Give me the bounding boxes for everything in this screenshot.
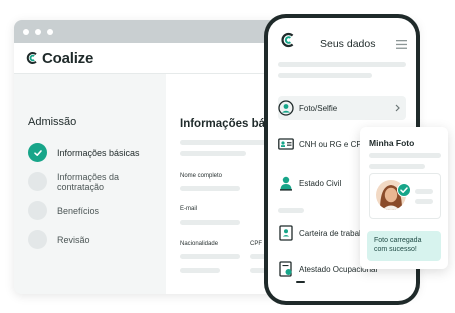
placeholder-line (278, 208, 304, 213)
sidebar-title: Admissão (28, 116, 77, 128)
phone-item-foto-selfie[interactable]: Foto/Selfie (278, 96, 406, 120)
placeholder-line (278, 73, 372, 78)
phone-item-label: Estado Civil (299, 178, 342, 188)
chevron-right-icon (395, 104, 400, 112)
phone-header: Seus dados (268, 18, 416, 58)
check-circle-icon (397, 183, 411, 197)
pending-circle-icon (28, 201, 47, 220)
step-revisao[interactable]: Revisão (28, 225, 164, 254)
placeholder-line (180, 140, 266, 145)
placeholder-line (415, 189, 433, 194)
photo-card: Minha Foto Foto carregada com sucesso! (360, 127, 448, 269)
step-label: Informações da contratação (57, 171, 120, 192)
email-input[interactable] (180, 220, 240, 225)
placeholder-line (415, 199, 433, 204)
step-label: Revisão (57, 234, 90, 245)
placeholder-line (369, 164, 425, 169)
placeholder-line (180, 151, 246, 156)
pending-circle-icon (28, 230, 47, 249)
admission-sidebar: Admissão Informações básicas Informações… (14, 74, 164, 294)
work-card-icon (279, 225, 293, 241)
full-name-input[interactable] (180, 186, 240, 191)
id-card-icon (278, 138, 294, 150)
photo-preview[interactable] (369, 173, 441, 219)
user-circle-icon (278, 100, 294, 116)
placeholder-line (278, 62, 406, 67)
step-informacoes-contratacao[interactable]: Informações da contratação (28, 167, 164, 196)
cpf-label: CPF (250, 241, 262, 247)
nationality-label: Nacionalidade (180, 241, 219, 247)
full-name-label: Nome completo (180, 173, 223, 179)
step-beneficios[interactable]: Benefícios (28, 196, 164, 225)
person-icon (280, 176, 292, 191)
phone-item-label: Foto/Selfie (299, 103, 338, 113)
window-dot-close[interactable] (23, 28, 29, 35)
email-label: E-mail (180, 206, 198, 212)
step-label: Informações básicas (57, 147, 140, 158)
window-dot-minimize[interactable] (35, 28, 41, 35)
step-informacoes-basicas[interactable]: Informações básicas (28, 138, 164, 167)
pending-circle-icon (28, 172, 47, 191)
menu-icon[interactable] (396, 40, 407, 49)
placeholder-line (180, 268, 220, 273)
placeholder-line (369, 153, 441, 158)
step-label: Benefícios (57, 205, 100, 216)
home-indicator (296, 281, 305, 283)
document-icon (279, 261, 292, 277)
coalize-logo-icon (281, 32, 294, 48)
coalize-logo-icon (26, 52, 37, 64)
phone-title: Seus dados (320, 38, 376, 50)
nationality-input[interactable] (180, 254, 240, 259)
success-toast: Foto carregada com sucesso! (367, 231, 441, 261)
app-name: Coalize (42, 49, 94, 67)
check-circle-icon (28, 143, 47, 162)
window-dot-maximize[interactable] (47, 28, 53, 35)
card-title: Minha Foto (369, 138, 415, 148)
phone-item-label: CNH ou RG e CPF (299, 139, 367, 149)
